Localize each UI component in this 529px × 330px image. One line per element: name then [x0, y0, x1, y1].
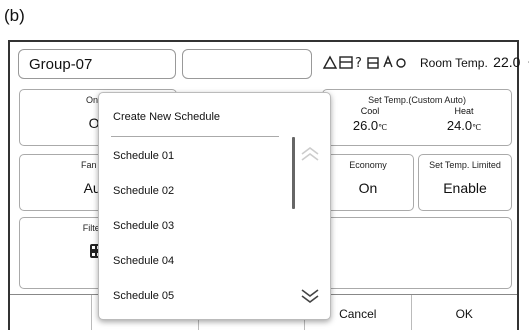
dropdown-divider — [111, 136, 279, 137]
schedule-item[interactable]: Schedule 01 — [113, 150, 174, 162]
room-temp-display: Room Temp. 22.0 ℃ — [420, 54, 529, 70]
create-new-schedule-item[interactable]: Create New Schedule — [113, 111, 220, 123]
cool-temp: 26.0℃ — [353, 118, 387, 133]
set-temp-tile[interactable]: Set Temp.(Custom Auto) Cool 26.0℃ Heat 2… — [322, 89, 512, 146]
heat-unit: ℃ — [472, 123, 482, 132]
cool-column: Cool 26.0℃ — [353, 106, 387, 133]
figure-label: (b) — [4, 6, 25, 25]
set-temp-values: Cool 26.0℃ Heat 24.0℃ — [323, 106, 511, 133]
scroll-up-chevron-icon[interactable] — [299, 145, 321, 163]
group-name: Group-07 — [29, 56, 93, 73]
scroll-down-chevron-icon[interactable] — [299, 287, 321, 305]
status-icons-graphic: ? — [322, 55, 406, 71]
status-icons: ? — [322, 54, 414, 73]
room-temp-value: 22.0 — [493, 54, 521, 70]
heat-column: Heat 24.0℃ — [447, 106, 481, 133]
ok-button[interactable]: OK — [412, 295, 518, 330]
set-temp-caption: Set Temp.(Custom Auto) — [368, 95, 466, 105]
header-field[interactable] — [182, 49, 312, 79]
cool-value: 26.0 — [352, 118, 379, 133]
schedule-item[interactable]: Schedule 02 — [113, 185, 174, 197]
economy-value: On — [358, 180, 378, 196]
heat-temp: 24.0℃ — [447, 118, 481, 133]
cool-label: Cool — [360, 106, 380, 116]
bottom-bar-spacer — [10, 295, 92, 330]
schedule-dropdown: Create New Schedule Schedule 01 Schedule… — [98, 92, 331, 320]
svg-text:?: ? — [355, 56, 363, 70]
heat-value: 24.0 — [446, 118, 473, 133]
heat-label: Heat — [454, 106, 474, 116]
controller-screen: Group-07 ? Room Temp. 22.0 ℃ — [8, 40, 529, 330]
set-temp-limited-caption: Set Temp. Limited — [429, 160, 501, 170]
cool-unit: ℃ — [378, 123, 388, 132]
room-temp-label: Room Temp. — [420, 56, 488, 70]
economy-tile[interactable]: Economy On — [322, 154, 414, 211]
schedule-item[interactable]: Schedule 03 — [113, 220, 174, 232]
set-temp-limited-tile[interactable]: Set Temp. Limited Enable — [418, 154, 512, 211]
schedule-item[interactable]: Schedule 04 — [113, 255, 174, 267]
schedule-item[interactable]: Schedule 05 — [113, 290, 174, 302]
scrollbar[interactable] — [292, 137, 295, 209]
economy-caption: Economy — [349, 160, 387, 170]
group-selector[interactable]: Group-07 — [18, 49, 176, 79]
header-bar: Group-07 ? Room Temp. 22.0 ℃ — [10, 42, 529, 84]
set-temp-limited-value: Enable — [443, 180, 487, 196]
